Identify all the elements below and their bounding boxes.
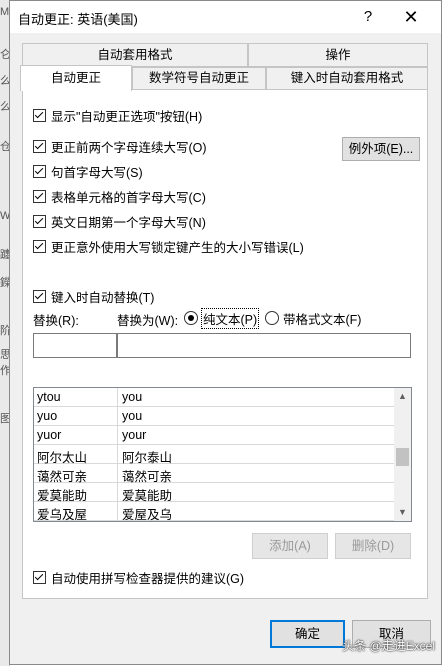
radio-dot <box>265 311 279 325</box>
caps-lock-correction-checkbox[interactable]: 更正意外使用大写锁定键产生的大小写错误(L) <box>33 237 304 255</box>
checkbox-box <box>33 189 46 203</box>
replace-label: 替换(R): <box>33 314 79 328</box>
tab-actions[interactable]: 操作 <box>248 43 428 67</box>
background-char: M <box>0 6 9 18</box>
background-char: 仑 <box>0 49 9 61</box>
capitalize-day-names-checkbox[interactable]: 英文日期第一个字母大写(N) <box>33 212 206 230</box>
checkbox-box <box>33 239 46 253</box>
tab-label: 自动套用格式 <box>97 48 173 62</box>
replace-input[interactable] <box>33 333 117 358</box>
list-cell-from: 爱乌及屋 <box>37 508 88 522</box>
with-input[interactable] <box>117 333 411 358</box>
tab-autoformat-as-you-type[interactable]: 键入时自动套用格式 <box>266 67 428 90</box>
tab-label: 数学符号自动更正 <box>148 71 249 85</box>
tab-autocorrect[interactable]: 自动更正 <box>20 65 132 91</box>
tab-label: 操作 <box>325 48 351 62</box>
two-initial-caps-checkbox[interactable]: 更正前两个字母连续大写(O) <box>33 137 207 155</box>
capitalize-first-letter-sentences-checkbox[interactable]: 句首字母大写(S) <box>33 162 143 180</box>
ok-button[interactable]: 确定 <box>270 620 345 648</box>
checkbox-box <box>33 570 46 584</box>
list-scrollbar[interactable]: ▲ ▼ <box>394 388 411 521</box>
help-button[interactable]: ? <box>353 3 383 31</box>
background-char: 思 <box>0 349 9 361</box>
dialog-title: 自动更正: 英语(美国) <box>18 12 138 27</box>
list-row[interactable]: 爱莫能助 爱莫能助 <box>34 483 394 503</box>
background-char: 仓 <box>0 141 9 153</box>
list-row[interactable]: yuo you <box>34 407 394 426</box>
checkbox-label: 键入时自动替换(T) <box>51 290 155 305</box>
list-row[interactable]: 爱乌及屋 爱屋及乌 <box>34 502 394 521</box>
checkbox-label: 更正前两个字母连续大写(O) <box>51 140 207 155</box>
delete-button[interactable]: 删除(D) <box>335 533 411 559</box>
list-cell-to: you <box>122 409 143 423</box>
list-row[interactable]: 蔼然可亲 蔼然可亲 <box>34 464 394 484</box>
checkbox-label: 英文日期第一个字母大写(N) <box>51 215 206 230</box>
radio-dot <box>184 311 198 325</box>
checkbox-label: 自动使用拼写检查器提供的建议(G) <box>51 571 245 586</box>
list-cell-from: ytou <box>37 390 61 404</box>
tab-label: 键入时自动套用格式 <box>290 71 404 85</box>
checkbox-box <box>33 214 46 228</box>
list-cell-from: yuo <box>37 409 58 423</box>
checkbox-box <box>33 164 46 178</box>
formatted-text-radio[interactable]: 带格式文本(F) <box>265 309 361 327</box>
tab-autoformat[interactable]: 自动套用格式 <box>22 43 248 67</box>
capitalize-table-cells-checkbox[interactable]: 表格单元格的首字母大写(C) <box>33 187 206 205</box>
replace-as-you-type-checkbox[interactable]: 键入时自动替换(T) <box>33 287 154 305</box>
checkbox-box <box>33 139 46 153</box>
background-char: W <box>0 210 9 222</box>
checkbox-box <box>33 289 46 303</box>
plain-text-radio[interactable]: 纯文本(P) <box>184 307 260 329</box>
background-char: 鑅 <box>0 277 9 289</box>
background-char: 阶 <box>0 325 9 337</box>
background-char: 作 <box>0 365 9 377</box>
background-char: 图 <box>0 413 9 425</box>
scroll-thumb[interactable] <box>396 448 409 466</box>
checkbox-label: 显示"自动更正选项"按钮(H) <box>51 109 203 124</box>
scroll-down-icon[interactable]: ▼ <box>394 504 411 521</box>
close-button[interactable]: ✕ <box>393 3 429 31</box>
scroll-up-icon[interactable]: ▲ <box>394 388 411 405</box>
autocorrect-dialog: 自动更正: 英语(美国) ? ✕ 自动套用格式 操作 数学符号自动更正 键入时自… <box>9 0 442 665</box>
title-bar: 自动更正: 英语(美国) ? ✕ <box>10 1 441 33</box>
background-char: 躔 <box>0 249 9 261</box>
show-autocorrect-buttons-checkbox[interactable]: 显示"自动更正选项"按钮(H) <box>33 106 202 124</box>
watermark: 头条 @走进Excel <box>342 639 435 653</box>
list-cell-to: your <box>122 428 147 442</box>
checkbox-label: 表格单元格的首字母大写(C) <box>51 190 206 205</box>
exceptions-button[interactable]: 例外项(E)... <box>342 137 420 161</box>
checkbox-label: 句首字母大写(S) <box>51 165 143 180</box>
background-char: 么 <box>0 101 9 113</box>
list-row[interactable]: 阿尔太山 阿尔泰山 <box>34 445 394 465</box>
list-cell-to: you <box>122 390 143 404</box>
radio-label: 纯文本(P) <box>200 307 260 329</box>
checkbox-label: 更正意外使用大写锁定键产生的大小写错误(L) <box>51 240 304 255</box>
spell-checker-suggestions-checkbox[interactable]: 自动使用拼写检查器提供的建议(G) <box>33 568 244 586</box>
tab-math-autocorrect[interactable]: 数学符号自动更正 <box>132 67 266 90</box>
with-label: 替换为(W): <box>117 314 179 328</box>
radio-label: 带格式文本(F) <box>283 312 362 327</box>
tab-label: 自动更正 <box>50 71 101 85</box>
list-cell-from: yuor <box>37 428 62 442</box>
add-button[interactable]: 添加(A) <box>252 533 328 559</box>
replacement-list[interactable]: ytou you yuo you yuor your 阿尔太山 阿尔泰山 蔼然可亲 蔼然可… <box>33 387 412 522</box>
background-char: 么 <box>0 75 9 87</box>
list-row[interactable]: yuor your <box>34 426 394 445</box>
list-row[interactable]: ytou you <box>34 388 394 407</box>
list-cell-to: 爱屋及乌 <box>122 508 173 522</box>
checkbox-box <box>33 108 46 122</box>
